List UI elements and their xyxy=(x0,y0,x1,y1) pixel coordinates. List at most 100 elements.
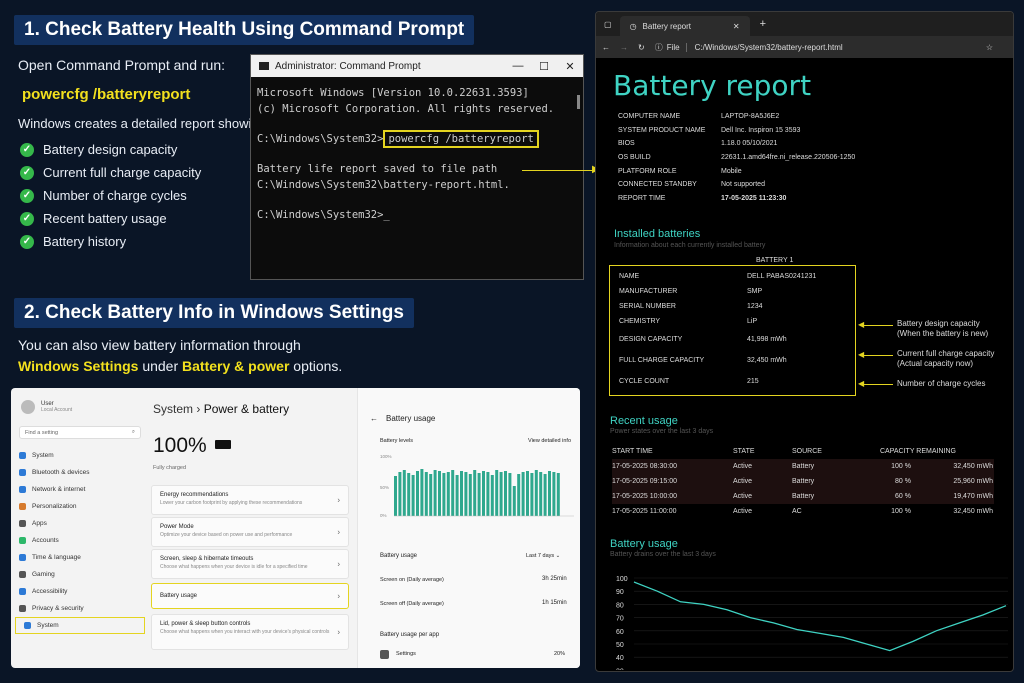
sidebar-item-network[interactable]: Network & internet xyxy=(11,481,149,498)
accessibility-icon xyxy=(19,588,26,595)
table-row: 17-05-2025 09:15:00 Active Battery 80 % 25,9… xyxy=(612,474,994,489)
arrow-head-icon: ◀ xyxy=(858,320,865,329)
sidebar-item-system[interactable]: System xyxy=(11,447,149,464)
level-bar xyxy=(517,474,521,516)
app-usage-value: 20% xyxy=(554,651,566,657)
sidebar-item-accounts[interactable]: Accounts xyxy=(11,532,149,549)
search-input[interactable]: Find a setting ⌕ xyxy=(19,426,141,439)
clock-icon xyxy=(19,554,26,561)
screen-off-value: 1h 15min xyxy=(542,600,567,606)
sidebar-item-apps[interactable]: Apps xyxy=(11,515,149,532)
table-row: 17-05-2025 11:00:00 Active AC 100 % 32,450 m… xyxy=(612,508,993,515)
y-tick-label: 60 xyxy=(616,629,624,636)
battery-usage-label: Battery usage xyxy=(380,553,418,559)
cmd-output[interactable]: Microsoft Windows [Version 10.0.22631.35… xyxy=(251,77,583,231)
chevron-right-icon: › xyxy=(337,591,340,601)
y-tick-label: 100 xyxy=(616,576,628,583)
card-power-mode[interactable]: Power Mode Optimize your device based on … xyxy=(151,517,349,547)
tab-battery-report[interactable]: ◷ Battery report ✕ xyxy=(619,16,750,36)
level-bar xyxy=(521,472,525,516)
section2-text: You can also view battery information th… xyxy=(18,337,301,353)
arrow-head-icon: ◀ xyxy=(858,379,865,388)
battery-usage-pane: ← Battery usage Battery levels View detai… xyxy=(357,388,580,668)
forward-icon[interactable]: → xyxy=(620,43,628,52)
battery-levels-label: Battery levels xyxy=(380,438,414,444)
recent-usage-table: START TIME STATE SOURCE CAPACITY REMAINI… xyxy=(612,444,994,519)
sidebar-item-accessibility[interactable]: Accessibility xyxy=(11,583,149,600)
sidebar-item-bluetooth[interactable]: Bluetooth & devices xyxy=(11,464,149,481)
battery-usage-header: ← Battery usage xyxy=(370,414,436,423)
back-arrow-icon[interactable]: ← xyxy=(370,414,378,423)
apps-icon xyxy=(19,520,26,527)
level-bar xyxy=(486,472,490,516)
y-tick-label: 30 xyxy=(616,668,624,670)
sidebar-item-personalization[interactable]: Personalization xyxy=(11,498,149,515)
command-text: powercfg /batteryreport xyxy=(22,86,191,103)
level-bar xyxy=(508,473,512,516)
y-tick-label: 70 xyxy=(616,616,624,623)
table-row: CONNECTED STANDBY Not supported xyxy=(618,181,765,189)
gaming-icon xyxy=(19,571,26,578)
system-info-table: COMPUTER NAME LAPTOP-8A5J6E2 SYSTEM PRODU… xyxy=(618,110,855,205)
card-energy-recommendations[interactable]: Energy recommendations Lower your carbon … xyxy=(151,485,349,515)
level-bar xyxy=(402,470,406,516)
arrow-head-icon: ◀ xyxy=(858,350,865,359)
card-lid-power[interactable]: Lid, power & sleep button controls Choose… xyxy=(151,614,349,650)
y-tick-label: 80 xyxy=(616,602,624,609)
accounts-icon xyxy=(19,537,26,544)
scrollbar[interactable] xyxy=(577,95,580,109)
info-icon: ⓘ xyxy=(654,42,663,52)
level-bar xyxy=(534,470,538,516)
minimize-button[interactable]: — xyxy=(505,60,531,73)
settings-sidebar: User Local Account Find a setting ⌕ Syste… xyxy=(11,388,149,668)
table-row: COMPUTER NAME LAPTOP-8A5J6E2 xyxy=(618,113,780,121)
chevron-right-icon: › xyxy=(337,495,340,505)
battery-usage-title: Battery usage xyxy=(610,538,678,550)
level-bar xyxy=(464,472,468,516)
settings-app-icon xyxy=(380,650,389,659)
chevron-down-icon: ⌄ xyxy=(555,553,561,559)
battery-levels-chart xyxy=(394,469,574,517)
system-icon xyxy=(19,452,26,459)
maximize-button[interactable]: ☐ xyxy=(531,60,557,73)
per-app-label: Battery usage per app xyxy=(380,632,440,638)
new-tab-button[interactable]: + xyxy=(760,18,766,30)
sidebar-item-gaming[interactable]: Gaming xyxy=(11,566,149,583)
list-item: ✓ Recent battery usage xyxy=(20,207,201,230)
card-screen-sleep[interactable]: Screen, sleep & hibernate timeouts Choose… xyxy=(151,549,349,579)
level-bar xyxy=(552,472,556,516)
usage-line xyxy=(633,581,1007,652)
refresh-icon[interactable]: ↻ xyxy=(638,43,645,52)
close-button[interactable]: ✕ xyxy=(557,60,583,73)
level-bar xyxy=(495,470,499,516)
close-tab-icon[interactable]: ✕ xyxy=(733,22,740,31)
recent-usage-subtitle: Power states over the last 3 days xyxy=(610,428,714,435)
battery-icon xyxy=(215,440,231,449)
battery-percent: 100% xyxy=(153,434,207,457)
settings-window: User Local Account Find a setting ⌕ Syste… xyxy=(11,388,580,668)
check-icon: ✓ xyxy=(20,234,34,249)
user-profile[interactable]: User Local Account xyxy=(11,388,149,414)
installed-batteries-title: Installed batteries xyxy=(614,228,701,240)
list-item: ✓ Battery history xyxy=(20,230,201,253)
favorite-star-icon[interactable]: ☆ xyxy=(986,43,993,52)
url-field[interactable]: C:/Windows/System32/battery-report.html xyxy=(695,43,843,52)
level-bar xyxy=(407,473,411,516)
browser-window: ▢ ◷ Battery report ✕ + ← → ↻ ⓘ File C:/Win… xyxy=(595,11,1014,672)
level-bar xyxy=(442,473,446,516)
view-detailed-info-link[interactable]: View detailed info xyxy=(528,438,571,444)
sidebar-item-privacy[interactable]: Privacy & security xyxy=(11,600,149,617)
table-row: DESIGN CAPACITY 41,998 mWh xyxy=(619,336,787,343)
table-row: FULL CHARGE CAPACITY 32,450 mWh xyxy=(619,357,787,364)
back-icon[interactable]: ← xyxy=(602,43,610,52)
level-bar xyxy=(451,470,455,516)
y-axis-label: 50% xyxy=(380,485,390,490)
card-battery-usage[interactable]: Battery usage › xyxy=(151,583,349,609)
battery-column-header: BATTERY 1 xyxy=(756,257,794,264)
y-tick-label: 90 xyxy=(616,589,624,596)
last-7-days-dropdown[interactable]: Last 7 days ⌄ xyxy=(526,553,560,559)
sidebar-item-system-selected[interactable]: System xyxy=(15,617,145,634)
table-row: BIOS 1.18.0 05/10/2021 xyxy=(618,140,778,148)
tab-actions-icon[interactable]: ▢ xyxy=(604,20,612,29)
sidebar-item-time[interactable]: Time & language xyxy=(11,549,149,566)
